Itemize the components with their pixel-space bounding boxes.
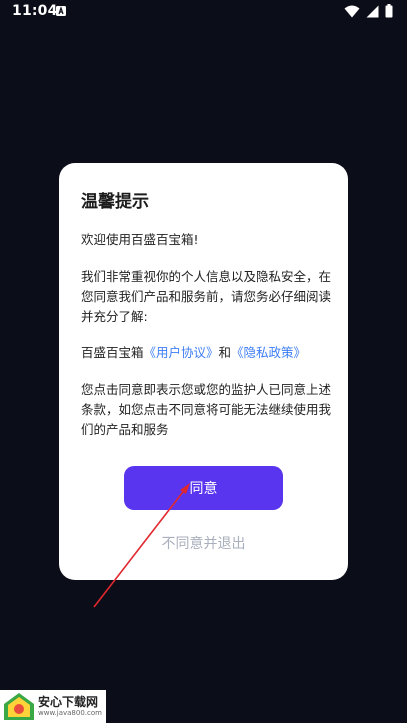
agree-button[interactable]: 同意: [124, 466, 283, 510]
a-notification-icon: [56, 6, 66, 16]
welcome-text: 欢迎使用百盛百宝箱!: [81, 232, 199, 247]
agree-button-label: 同意: [189, 481, 218, 497]
links-prefix: 百盛百宝箱: [81, 345, 144, 360]
links-conjunction: 和: [218, 345, 232, 360]
privacy-notice-text: 我们非常重视你的个人信息以及隐私安全，在您同意我们产品和服务前，请您务必仔细阅读…: [81, 269, 332, 324]
watermark-url: www.java800.com: [38, 709, 102, 717]
wifi-icon: [344, 5, 360, 17]
disagree-and-exit-button[interactable]: 不同意并退出: [59, 533, 348, 553]
status-bar: 11:04: [0, 0, 407, 24]
consent-text: 您点击同意即表示您或您的监护人已同意上述条款，如您点击不同意将可能无法继续使用我…: [81, 382, 332, 437]
watermark: 安心下载网 www.java800.com: [0, 690, 106, 723]
battery-icon: [385, 4, 393, 18]
status-time: 11:04: [12, 3, 58, 19]
signal-icon: [366, 5, 379, 17]
screen: 11:04 温馨提示 欢迎使用百盛百宝箱! 我们非常重视你的个人信息以及隐私安全…: [0, 0, 407, 723]
privacy-dialog: 温馨提示 欢迎使用百盛百宝箱! 我们非常重视你的个人信息以及隐私安全，在您同意我…: [59, 163, 348, 580]
dialog-title: 温馨提示: [81, 192, 149, 212]
status-icons: [344, 4, 393, 18]
watermark-logo-icon: [4, 692, 34, 720]
watermark-title: 安心下载网: [38, 695, 99, 709]
privacy-policy-link[interactable]: 《隐私政策》: [231, 345, 306, 360]
agreement-links-line: 百盛百宝箱《用户协议》和《隐私政策》: [81, 343, 331, 363]
user-agreement-link[interactable]: 《用户协议》: [144, 345, 219, 360]
